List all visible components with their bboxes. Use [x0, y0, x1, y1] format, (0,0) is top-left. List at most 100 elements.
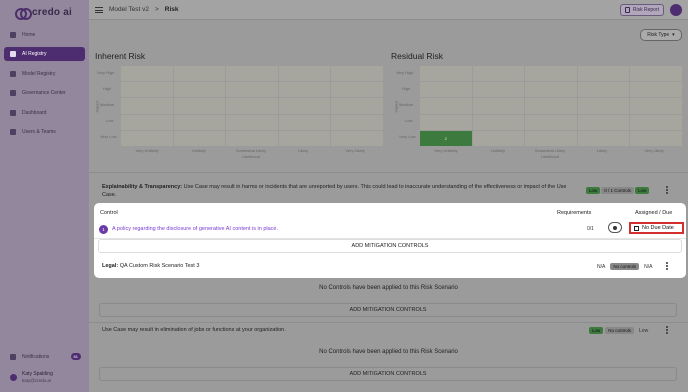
- breadcrumb-separator: >: [154, 6, 159, 13]
- column-header-requirements: Requirements: [557, 210, 592, 216]
- heatmap-cell[interactable]: [420, 114, 472, 130]
- heatmap-cell[interactable]: [278, 114, 331, 130]
- heatmap-cell[interactable]: [226, 130, 278, 146]
- sidebar-item-label: Users & Teams: [22, 129, 56, 135]
- heatmap-cell[interactable]: [173, 114, 226, 130]
- heatmap-cell[interactable]: [331, 114, 383, 130]
- heatmap-cell[interactable]: [630, 66, 682, 82]
- top-bar: Model Test v2 > Risk Risk Report: [89, 0, 688, 20]
- risk-report-button[interactable]: Risk Report: [619, 4, 664, 16]
- heatmap-cell[interactable]: [121, 114, 173, 130]
- heatmap-cell[interactable]: [420, 82, 472, 98]
- risk-type-label: Risk Type: [647, 32, 670, 38]
- logo[interactable]: credo ai: [15, 5, 72, 20]
- sidebar-item-notifications[interactable]: Notifications 81: [4, 352, 85, 362]
- more-options-icon[interactable]: [666, 186, 668, 194]
- due-date-label: No Due Date: [642, 225, 674, 231]
- sidebar: credo ai Home AI Registry Model Registry…: [0, 0, 89, 392]
- heatmap-cell[interactable]: [278, 66, 331, 82]
- user-avatar-button[interactable]: [670, 4, 682, 16]
- heatmap-cell[interactable]: [173, 82, 226, 98]
- heatmap-cell[interactable]: [121, 82, 173, 98]
- y-tick-label: Low: [405, 118, 413, 123]
- heatmap-cell[interactable]: [420, 98, 472, 114]
- x-tick-label: Somewhat Likely: [235, 148, 267, 153]
- heatmap-cell[interactable]: [331, 82, 383, 98]
- heatmap-cell[interactable]: [525, 114, 577, 130]
- risk-scenario-description: Use Case may result in elimination of jo…: [102, 327, 286, 333]
- sidebar-item-users-teams[interactable]: Users & Teams: [4, 125, 85, 139]
- heatmap-cell[interactable]: [121, 98, 173, 114]
- menu-icon[interactable]: [95, 7, 103, 13]
- heatmap-cell[interactable]: [278, 82, 331, 98]
- heatmap-cell[interactable]: [525, 98, 577, 114]
- user-profile[interactable]: Katy Spalding katy@credo.ai: [4, 368, 85, 386]
- heatmap-cell[interactable]: [577, 114, 630, 130]
- breadcrumb-parent[interactable]: Model Test v2: [109, 6, 149, 13]
- heatmap-cell[interactable]: [630, 130, 682, 146]
- heatmap-cell[interactable]: [472, 130, 525, 146]
- users-icon: [10, 129, 16, 135]
- heatmap-cell[interactable]: [525, 82, 577, 98]
- heatmap-cell[interactable]: [472, 98, 525, 114]
- heatmap-cell[interactable]: [226, 82, 278, 98]
- heatmap-cell[interactable]: [525, 66, 577, 82]
- inherent-risk-badge: Low: [586, 187, 601, 194]
- user-email: katy@credo.ai: [22, 377, 51, 383]
- sidebar-item-dashboard[interactable]: Dashboard: [4, 106, 85, 120]
- sidebar-item-label: Model Registry: [22, 71, 56, 77]
- heatmap-cell[interactable]: [173, 98, 226, 114]
- heatmap-cell[interactable]: [577, 66, 630, 82]
- add-mitigation-controls-button[interactable]: ADD MITIGATION CONTROLS: [99, 367, 677, 381]
- due-date-button[interactable]: No Due Date: [629, 222, 684, 234]
- control-link[interactable]: A policy regarding the disclosure of gen…: [112, 226, 278, 232]
- heatmap-cell[interactable]: [226, 98, 278, 114]
- heatmap-cell[interactable]: [472, 82, 525, 98]
- y-tick-label: Medium: [399, 102, 414, 107]
- heatmap-cell[interactable]: [472, 114, 525, 130]
- sidebar-item-model-registry[interactable]: Model Registry: [4, 67, 85, 81]
- logo-icon: [15, 7, 32, 20]
- heatmap-cell[interactable]: [121, 66, 173, 82]
- home-icon: [10, 32, 16, 38]
- add-mitigation-controls-button[interactable]: ADD MITIGATION CONTROLS: [98, 239, 682, 253]
- heatmap-cell[interactable]: [121, 130, 173, 146]
- avatar: [10, 373, 17, 381]
- sidebar-item-governance-center[interactable]: Governance Center: [4, 86, 85, 100]
- scenario-category: Explainability & Transparency:: [102, 184, 183, 190]
- heatmap-cell[interactable]: [577, 82, 630, 98]
- heatmap-cell[interactable]: [630, 114, 682, 130]
- residual-risk-heatmap: 2 Very High High Medium Low Very Low Imp…: [394, 66, 682, 160]
- heatmap-cell-highlight[interactable]: 2: [420, 130, 472, 146]
- heatmap-cell[interactable]: [173, 66, 226, 82]
- heatmap-cell[interactable]: [630, 98, 682, 114]
- breadcrumb: Model Test v2 > Risk: [109, 6, 179, 13]
- assign-user-button[interactable]: [608, 222, 622, 233]
- sidebar-item-home[interactable]: Home: [4, 28, 85, 42]
- risk-level-summary: N/A No controls N/A: [594, 262, 655, 271]
- heatmap-cell[interactable]: [331, 130, 383, 146]
- y-axis-label: Impact: [94, 100, 100, 113]
- heatmap-cell[interactable]: [525, 130, 577, 146]
- heatmap-cell[interactable]: [331, 98, 383, 114]
- heatmap-cell[interactable]: [630, 82, 682, 98]
- heatmap-cell[interactable]: [226, 114, 278, 130]
- model-icon: [10, 71, 16, 77]
- heatmap-cell[interactable]: [472, 66, 525, 82]
- heatmap-cell[interactable]: [278, 98, 331, 114]
- more-options-icon[interactable]: [666, 326, 668, 334]
- x-tick-label: Very Unlikely: [135, 148, 159, 153]
- heatmap-cell[interactable]: [577, 98, 630, 114]
- heatmap-cell[interactable]: [331, 66, 383, 82]
- risk-type-dropdown[interactable]: Risk Type ▾: [640, 29, 682, 41]
- sidebar-item-ai-registry[interactable]: AI Registry: [4, 47, 85, 61]
- add-mitigation-controls-button[interactable]: ADD MITIGATION CONTROLS: [99, 303, 677, 317]
- heatmap-cell[interactable]: [420, 66, 472, 82]
- heatmap-cell[interactable]: [278, 130, 331, 146]
- sidebar-item-label: AI Registry: [22, 51, 47, 57]
- heatmap-cell[interactable]: [226, 66, 278, 82]
- heatmap-cell[interactable]: [577, 130, 630, 146]
- heatmap-cell[interactable]: [173, 130, 226, 146]
- breadcrumb-current: Risk: [164, 6, 179, 13]
- more-options-icon[interactable]: [666, 262, 668, 270]
